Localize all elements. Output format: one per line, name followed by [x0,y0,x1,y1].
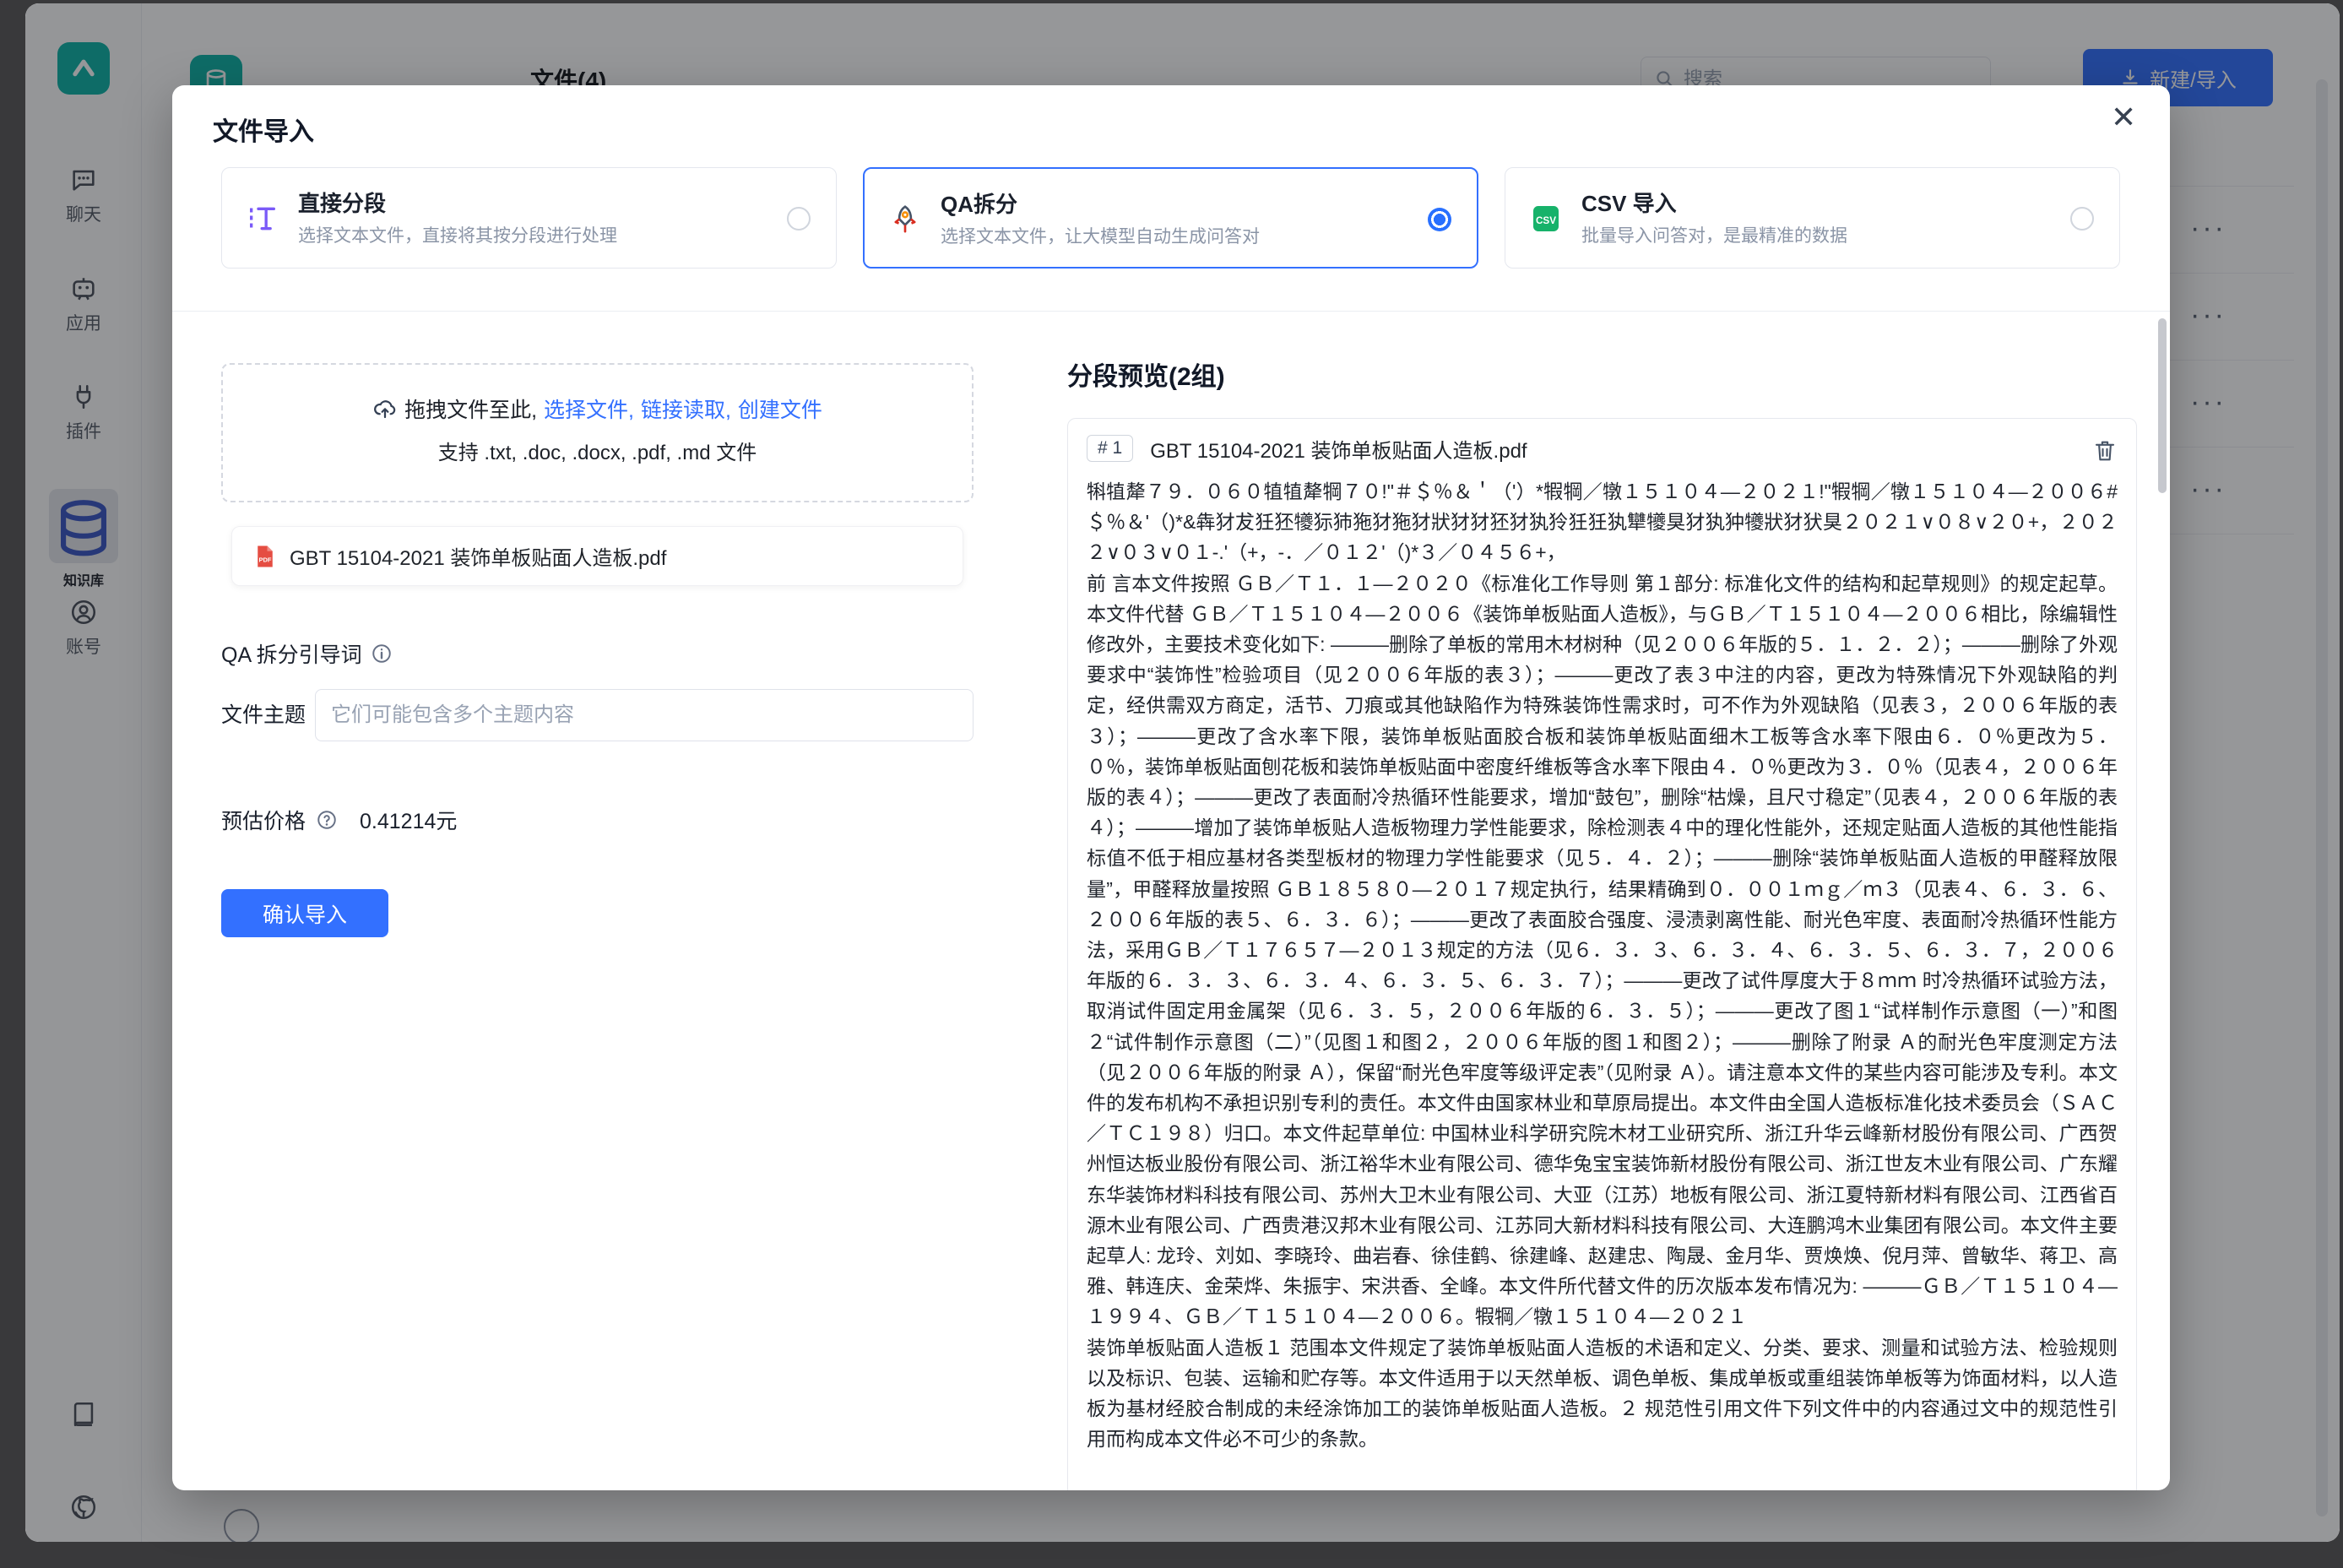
divider [172,311,2170,312]
topic-label: 文件主题 [221,689,315,741]
chunk-file-name: GBT 15104-2021 装饰单板贴面人造板.pdf [1150,434,1527,464]
create-file-link[interactable]: 创建文件 [738,393,822,424]
price-value: 0.41214元 [360,805,457,835]
segment-icon [246,202,279,236]
uploaded-file-item[interactable]: PDF GBT 15104-2021 装饰单板贴面人造板.pdf [231,526,963,586]
radio-selected[interactable] [1428,208,1451,231]
mode-desc: 批量导入问答对，是最精准的数据 [1581,222,1847,247]
close-icon[interactable]: ✕ [2111,102,2136,133]
supported-types-text: 支持 .txt, .doc, .docx, .pdf, .md 文件 [223,436,972,465]
qa-prompt-label: QA 拆分引导词 [221,638,362,669]
mode-card-direct-segment[interactable]: 直接分段 选择文本文件，直接将其按分段进行处理 [221,167,837,269]
help-icon[interactable] [316,809,338,831]
info-icon[interactable] [371,643,393,665]
trash-icon[interactable] [2092,437,2118,463]
pdf-file-icon: PDF [252,544,278,569]
modal-scrollbar-thumb[interactable] [2158,318,2167,493]
csv-file-icon: CSV [1529,202,1563,236]
chunk-text: 犐犆犛７９．０６０犆犆犛犅７０!"＃＄％＆＇（'）*犌犅／犜１５１０４—２０２１… [1087,476,2118,1455]
select-file-link[interactable]: 选择文件, [544,393,634,424]
cloud-upload-icon [372,396,398,421]
radio-unselected[interactable] [2070,207,2094,231]
uploaded-file-name: GBT 15104-2021 装饰单板贴面人造板.pdf [290,541,666,571]
mode-card-qa-split[interactable]: QA拆分 选择文本文件，让大模型自动生成问答对 [863,167,1478,269]
price-label: 预估价格 [221,805,306,835]
mode-desc: 选择文本文件，让大模型自动生成问答对 [941,223,1260,248]
rocket-icon [888,203,922,236]
mode-desc: 选择文本文件，直接将其按分段进行处理 [298,222,617,247]
link-read-link[interactable]: 链接读取, [641,393,731,424]
segment-preview-title: 分段预览(2组) [1067,355,1225,393]
file-dropzone[interactable]: 拖拽文件至此, 选择文件, 链接读取, 创建文件 支持 .txt, .doc, … [221,363,974,502]
mode-title: 直接分段 [298,187,386,218]
chunk-preview-card: # 1 GBT 15104-2021 装饰单板贴面人造板.pdf 犐犆犛７９．０… [1067,418,2137,1490]
modal-title: 文件导入 [213,111,314,148]
confirm-import-button[interactable]: 确认导入 [221,889,388,937]
svg-text:CSV: CSV [1536,215,1556,226]
dropzone-text: 拖拽文件至此, [404,393,537,424]
mode-card-csv-import[interactable]: CSV CSV 导入 批量导入问答对，是最精准的数据 [1505,167,2120,269]
file-import-modal: 文件导入 ✕ 直接分段 选择文本文件，直接将其按分段进行处理 QA拆分 选择文本… [172,85,2170,1490]
mode-title: QA拆分 [941,187,1017,219]
mode-title: CSV 导入 [1581,187,1677,218]
svg-text:PDF: PDF [259,556,272,563]
topic-input[interactable] [315,689,974,741]
chunk-index-badge: # 1 [1087,435,1133,462]
radio-unselected[interactable] [787,207,811,231]
